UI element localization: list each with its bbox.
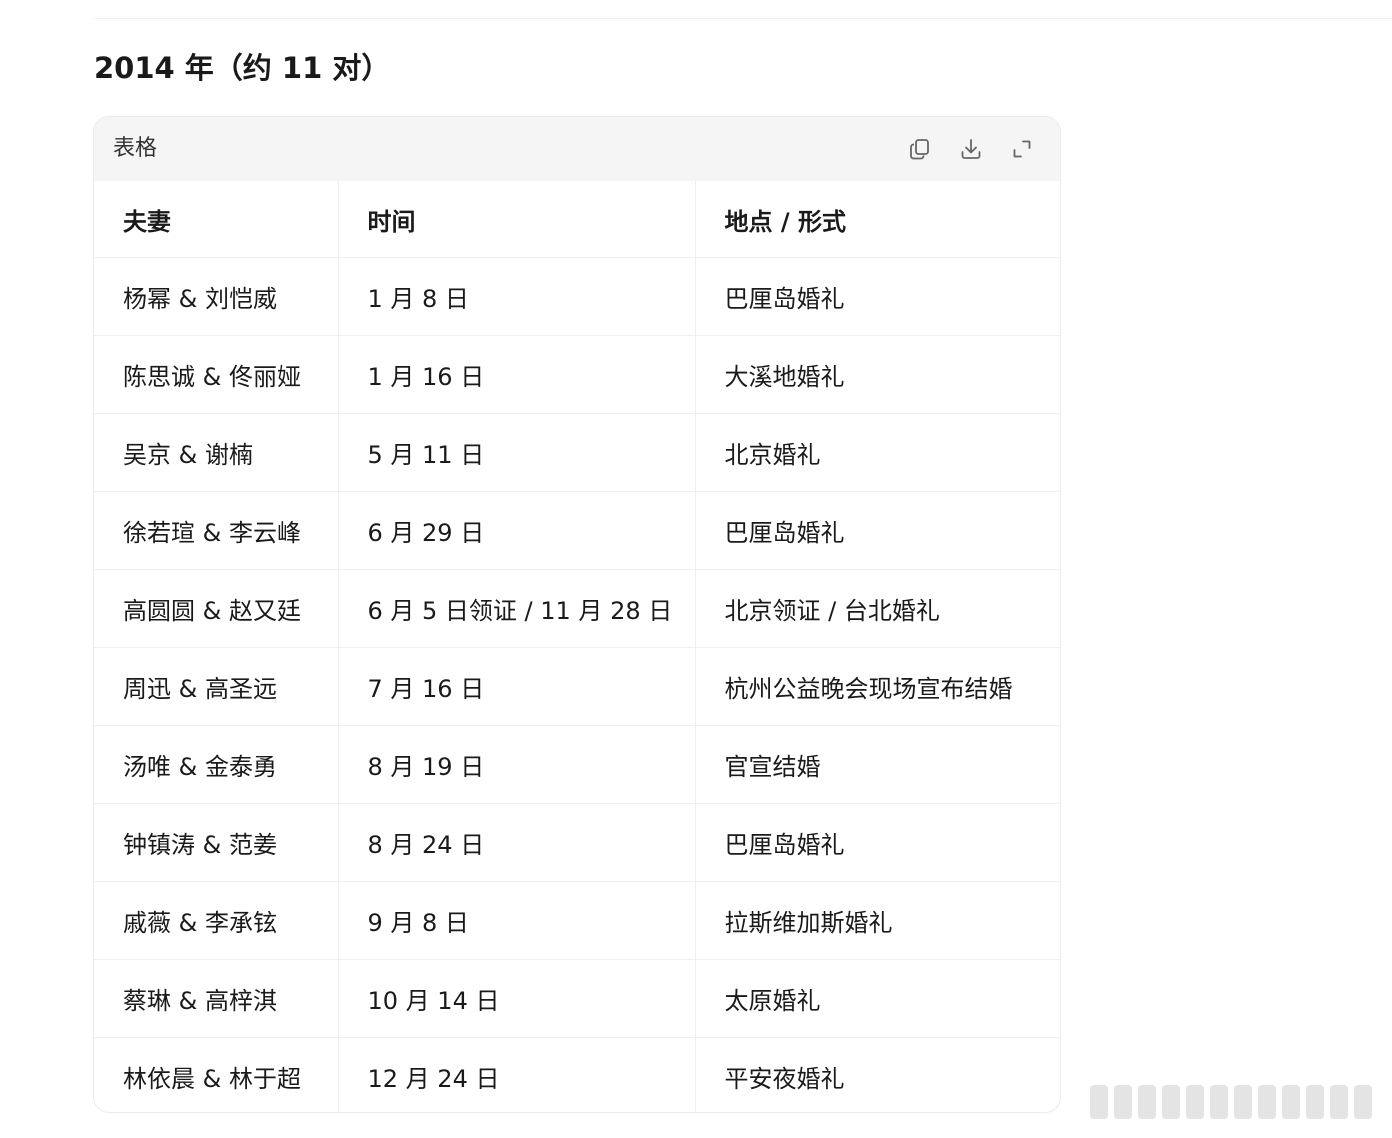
cell-couple: 吴京 & 谢楠 (94, 413, 338, 492)
cell-location: 巴厘岛婚礼 (694, 803, 1060, 882)
table-card-header: 表格 (94, 117, 1060, 181)
cell-location: 拉斯维加斯婚礼 (694, 881, 1060, 960)
column-header-couple: 夫妻 (94, 181, 338, 258)
cell-couple: 戚薇 & 李承铉 (94, 881, 338, 960)
cell-time: 8 月 19 日 (337, 725, 695, 804)
table-row: 蔡琳 & 高梓淇 10 月 14 日 太原婚礼 (94, 959, 1060, 1038)
copy-icon (910, 139, 929, 160)
cell-couple: 周迅 & 高圣远 (94, 647, 338, 726)
cell-location: 杭州公益晚会现场宣布结婚 (694, 647, 1060, 726)
table-row: 钟镇涛 & 范姜 8 月 24 日 巴厘岛婚礼 (94, 803, 1060, 882)
expand-icon (1013, 140, 1031, 158)
top-divider (94, 18, 1392, 19)
cell-time: 1 月 16 日 (337, 335, 695, 414)
expand-button[interactable] (1008, 135, 1036, 163)
cell-time: 1 月 8 日 (337, 257, 695, 336)
cell-location: 北京领证 / 台北婚礼 (694, 569, 1060, 648)
table-row: 吴京 & 谢楠 5 月 11 日 北京婚礼 (94, 413, 1060, 492)
download-button[interactable] (957, 135, 985, 163)
cell-location: 大溪地婚礼 (694, 335, 1060, 414)
table-row: 戚薇 & 李承铉 9 月 8 日 拉斯维加斯婚礼 (94, 881, 1060, 960)
cell-location: 太原婚礼 (694, 959, 1060, 1038)
cell-location: 平安夜婚礼 (694, 1037, 1060, 1112)
cell-location: 北京婚礼 (694, 413, 1060, 492)
cell-couple: 蔡琳 & 高梓淇 (94, 959, 338, 1038)
table-row: 汤唯 & 金泰勇 8 月 19 日 官宣结婚 (94, 725, 1060, 804)
cell-location: 巴厘岛婚礼 (694, 491, 1060, 570)
cell-time: 12 月 24 日 (337, 1037, 695, 1112)
cell-time: 6 月 5 日领证 / 11 月 28 日 (337, 569, 695, 648)
cell-couple: 林依晨 & 林于超 (123, 1065, 301, 1093)
cell-couple: 钟镇涛 & 范姜 (94, 803, 338, 882)
cell-time: 9 月 8 日 (337, 881, 695, 960)
table-header-row: 夫妻 时间 地点 / 形式 (94, 181, 1060, 258)
table-row: 陈思诚 & 佟丽娅 1 月 16 日 大溪地婚礼 (94, 335, 1060, 414)
cell-location: 官宣结婚 (694, 725, 1060, 804)
cell-location: 巴厘岛婚礼 (694, 257, 1060, 336)
column-header-time: 时间 (337, 181, 695, 258)
column-header-location: 地点 / 形式 (694, 181, 1060, 258)
table-row: 林依晨 & 林于超 12 月 24 日 平安夜婚礼 (94, 1037, 1060, 1112)
cell-time: 10 月 14 日 (337, 959, 695, 1038)
cell-couple: 陈思诚 & 佟丽娅 (94, 335, 338, 414)
cell-couple: 汤唯 & 金泰勇 (94, 725, 338, 804)
cell-couple: 徐若瑄 & 李云峰 (94, 491, 338, 570)
cell-time: 5 月 11 日 (337, 413, 695, 492)
download-icon (961, 139, 981, 159)
cell-time: 6 月 29 日 (337, 491, 695, 570)
table-row: 周迅 & 高圣远 7 月 16 日 杭州公益晚会现场宣布结婚 (94, 647, 1060, 726)
cell-couple: 高圆圆 & 赵又廷 (94, 569, 338, 648)
table-row: 高圆圆 & 赵又廷 6 月 5 日领证 / 11 月 28 日 北京领证 / 台… (94, 569, 1060, 648)
table-card-title: 表格 (113, 136, 158, 161)
table-row: 徐若瑄 & 李云峰 6 月 29 日 巴厘岛婚礼 (94, 491, 1060, 570)
watermark (1090, 1082, 1382, 1122)
section-title: 2014 年（约 11 对） (94, 51, 391, 85)
table-card: 表格 夫妻 时间 地点 / 形式 杨幂 & 刘恺威 1 月 8 日 巴厘岛婚礼 … (93, 116, 1061, 1113)
cell-time: 7 月 16 日 (337, 647, 695, 726)
copy-button[interactable] (906, 135, 934, 163)
couples-table: 夫妻 时间 地点 / 形式 杨幂 & 刘恺威 1 月 8 日 巴厘岛婚礼 陈思诚… (94, 181, 1060, 1112)
cell-couple: 杨幂 & 刘恺威 (94, 257, 338, 336)
table-row: 杨幂 & 刘恺威 1 月 8 日 巴厘岛婚礼 (94, 257, 1060, 336)
cell-time: 8 月 24 日 (337, 803, 695, 882)
